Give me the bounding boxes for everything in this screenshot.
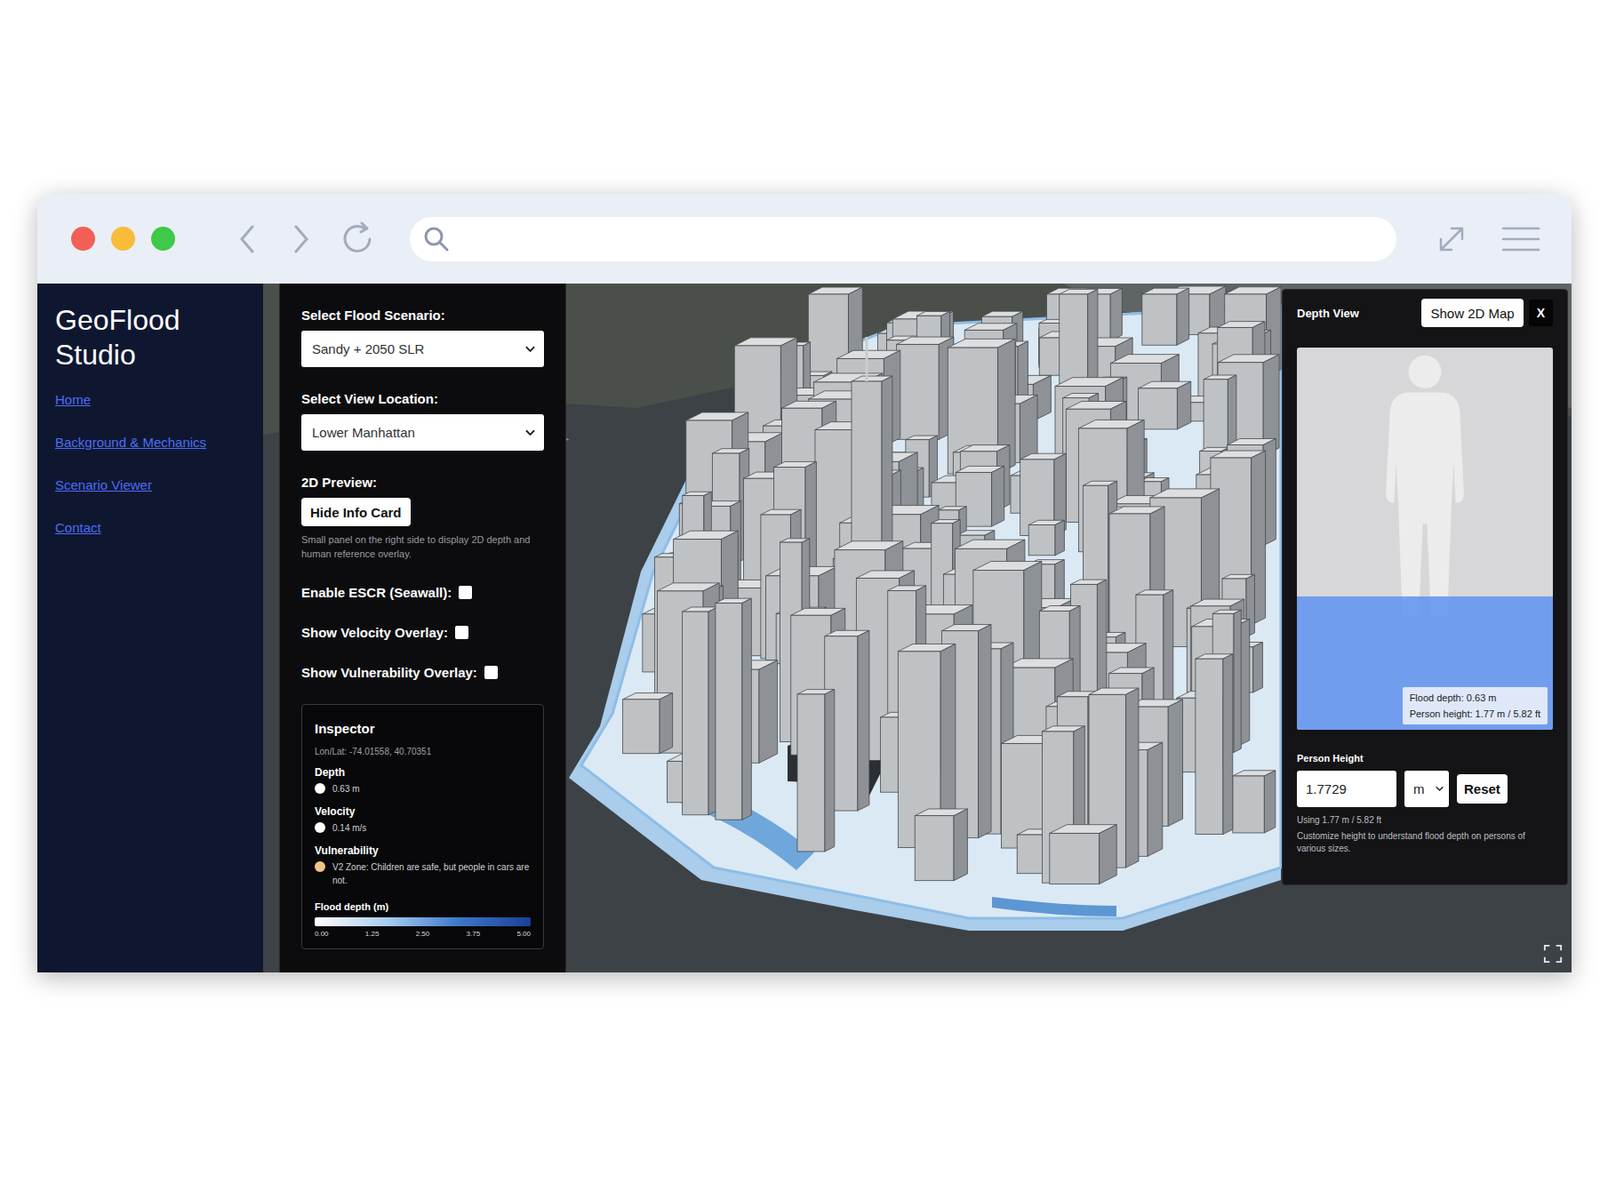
nav-link[interactable]: Contact: [55, 520, 102, 536]
metric-dot: [314, 783, 326, 794]
nav-link[interactable]: Home: [55, 392, 91, 408]
checkbox[interactable]: [458, 585, 472, 600]
inspector-metric: Velocity 0.14 m/s: [314, 805, 531, 835]
building: [623, 693, 673, 754]
dropdown-chevron-icon: [525, 345, 536, 353]
building: [1049, 824, 1117, 885]
building: [682, 607, 719, 816]
metric-dot: [314, 822, 326, 833]
map-view[interactable]: Select Flood Scenario: Sandy + 2050 SLR …: [263, 283, 1572, 973]
preview-label: 2D Preview:: [301, 474, 544, 491]
person-height-label: Person Height: [1296, 752, 1553, 764]
depth-color-ramp: [314, 917, 531, 927]
scenario-label: Select Flood Scenario:: [301, 307, 544, 324]
show-2d-map-button[interactable]: Show 2D Map: [1421, 298, 1523, 328]
minimize-window-button[interactable]: [111, 226, 136, 251]
reset-button[interactable]: Reset: [1456, 774, 1508, 804]
building: [797, 689, 835, 852]
depth-figure: Flood depth: 0.63 mPerson height: 1.77 m…: [1296, 347, 1553, 730]
person-height-input[interactable]: 1.7729: [1296, 770, 1397, 808]
inspector-title: Inspector: [314, 720, 531, 736]
fullscreen-icon[interactable]: [1543, 944, 1563, 964]
browser-toolbar: [37, 193, 1572, 284]
building: [1232, 770, 1276, 833]
dropdown-chevron-icon: [525, 429, 536, 437]
building: [914, 808, 968, 881]
coordinates: Lon/Lat: -74.01558, 40.70351: [314, 746, 531, 757]
legend-title: Flood depth (m): [314, 901, 531, 912]
depth-view-panel: Depth View Show 2D Map X Flood depth: 0.…: [1281, 288, 1568, 886]
browser-window: GeoFlood Studio Home Background & Mechani…: [37, 193, 1572, 973]
checkbox[interactable]: [484, 665, 498, 680]
reload-icon[interactable]: [337, 219, 377, 259]
maximize-window-button[interactable]: [151, 226, 176, 251]
depth-readout: Flood depth: 0.63 mPerson height: 1.77 m…: [1402, 687, 1548, 725]
nav-link[interactable]: Scenario Viewer: [55, 477, 152, 494]
building: [1028, 520, 1064, 555]
building: [1059, 288, 1098, 384]
building: [896, 336, 954, 440]
height-hint: Customize height to understand flood dep…: [1296, 830, 1553, 856]
preview-hint: Small panel on the right side to display…: [301, 532, 544, 561]
unit-select[interactable]: m: [1404, 770, 1449, 808]
side-nav: GeoFlood Studio Home Background & Mechani…: [37, 283, 264, 973]
app-title: GeoFlood Studio: [55, 303, 216, 373]
height-summary: Using 1.77 m / 5.82 ft: [1296, 815, 1553, 825]
page: GeoFlood Studio Home Background & Mechani…: [0, 0, 1600, 1200]
close-button[interactable]: X: [1528, 299, 1553, 327]
scenario-select[interactable]: Sandy + 2050 SLR: [301, 330, 544, 368]
building: [1142, 288, 1190, 345]
back-arrow-icon[interactable]: [234, 221, 262, 257]
forward-arrow-icon[interactable]: [287, 221, 314, 257]
building: [1195, 654, 1233, 835]
toggle-row: Enable ESCR (Seawall):: [301, 583, 544, 601]
app-content: GeoFlood Studio Home Background & Mechani…: [37, 283, 1572, 973]
building: [1138, 381, 1192, 430]
control-panel: Select Flood Scenario: Sandy + 2050 SLR …: [279, 283, 567, 973]
legend-ticks: 0.001.252.503.755.00: [314, 929, 531, 938]
hide-info-card-button[interactable]: Hide Info Card: [301, 497, 411, 527]
toggle-row: Show Vulnerability Overlay:: [301, 663, 544, 681]
toggle-row: Show Velocity Overlay:: [301, 623, 544, 641]
building: [715, 598, 752, 820]
depth-view-title: Depth View: [1296, 306, 1360, 320]
close-window-button[interactable]: [71, 226, 96, 251]
inspector-card: Inspector Lon/Lat: -74.01558, 40.70351 D…: [301, 704, 544, 950]
address-bar[interactable]: [409, 216, 1397, 262]
nav-link[interactable]: Background & Mechanics: [55, 434, 207, 451]
dropdown-chevron-icon: [1435, 785, 1444, 792]
menu-icon[interactable]: [1501, 224, 1541, 254]
metric-dot: [314, 861, 326, 872]
inspector-metric: Depth 0.63 m: [314, 766, 531, 796]
location-label: Select View Location:: [301, 391, 544, 408]
person-silhouette-icon: [1372, 349, 1478, 616]
inspector-metric: Vulnerability V2 Zone: Children are safe…: [314, 844, 531, 888]
location-select[interactable]: Lower Manhattan: [301, 414, 544, 451]
window-controls: [71, 226, 176, 251]
expand-icon[interactable]: [1433, 221, 1470, 257]
search-icon: [422, 224, 451, 254]
checkbox[interactable]: [455, 625, 469, 640]
